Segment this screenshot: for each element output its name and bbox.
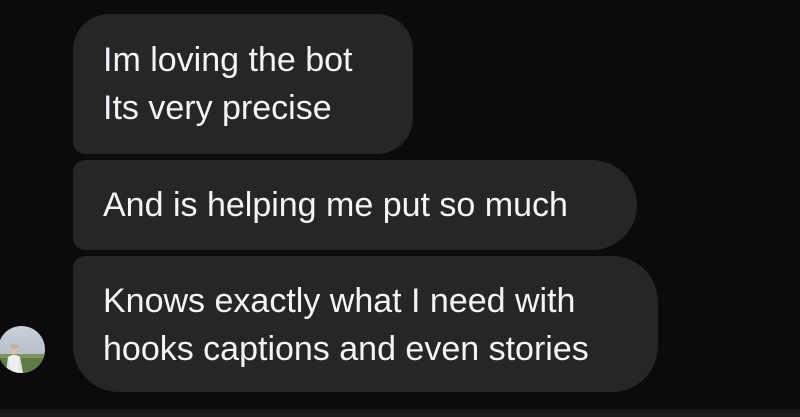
message-text-line: And is helping me put so much — [103, 186, 568, 224]
message-bubble[interactable]: Im loving the bot Its very precise — [73, 14, 413, 154]
avatar-photo-icon — [0, 326, 45, 373]
message-text-line: Im loving the bot — [103, 41, 353, 79]
sender-avatar[interactable] — [0, 326, 45, 373]
message-text-line: Its very precise — [103, 89, 332, 127]
composer-edge — [0, 409, 800, 417]
message-text-line: Knows exactly what I need with — [103, 282, 576, 320]
message-bubble[interactable]: And is helping me put so much — [73, 160, 637, 250]
message-text-line: hooks captions and even stories — [103, 330, 589, 368]
message-bubble[interactable]: Knows exactly what I need with hooks cap… — [73, 256, 658, 392]
